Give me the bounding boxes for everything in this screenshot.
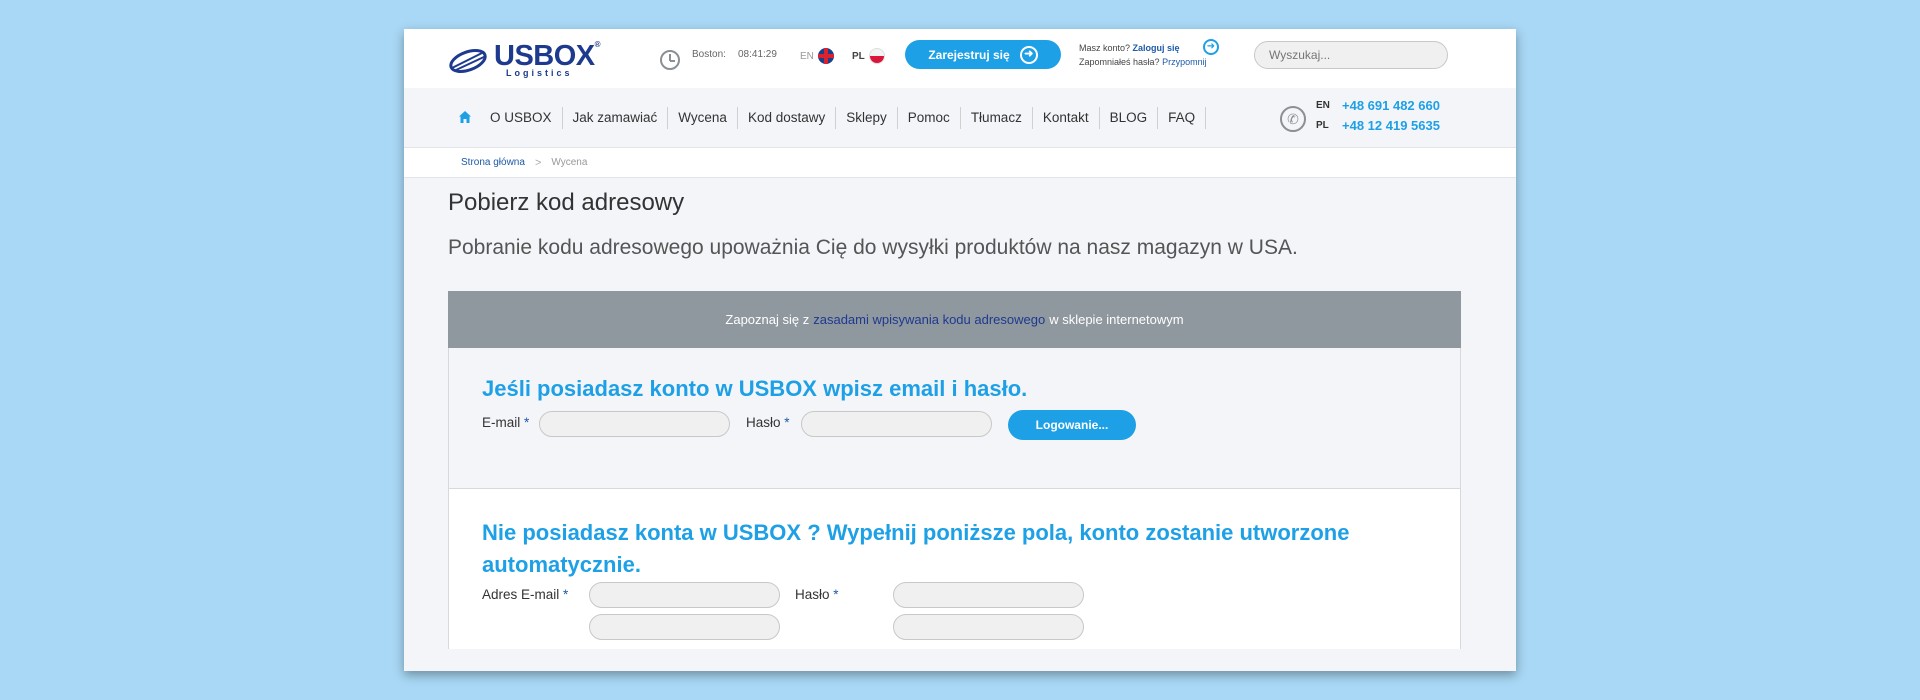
login-link[interactable]: Zaloguj się [1133, 43, 1180, 53]
account-links: Masz konto? Zaloguj się Zapomniałeś hasł… [1079, 41, 1207, 69]
register-email-label: Adres E-mail * [482, 587, 568, 602]
nav-item-tlumacz[interactable]: Tłumacz [959, 107, 1032, 129]
top-bar: USBOX® Logistics Boston: 08:41:29 EN PL … [404, 29, 1516, 88]
search-input[interactable] [1254, 41, 1448, 69]
phone-icon: ✆ [1280, 106, 1306, 132]
address-code-notice: Zapoznaj się z zasadami wpisywania kodu … [448, 291, 1461, 348]
nav-item-blog[interactable]: BLOG [1098, 107, 1158, 129]
notice-text-before: Zapoznaj się z [725, 312, 810, 327]
uk-flag-icon [817, 48, 834, 64]
clock-icon [660, 50, 680, 70]
register-field-input[interactable] [893, 614, 1084, 640]
register-password-label: Hasło * [795, 587, 839, 602]
login-heading: Jeśli posiadasz konto w USBOX wpisz emai… [482, 376, 1028, 401]
register-button-label: Zarejestruj się [928, 47, 1010, 62]
nav-item-pomoc[interactable]: Pomoc [896, 107, 960, 129]
login-section: Jeśli posiadasz konto w USBOX wpisz emai… [448, 348, 1461, 489]
nav-divider [1205, 107, 1207, 129]
account-prompt: Masz konto? [1079, 43, 1131, 53]
nav-item-wycena[interactable]: Wycena [667, 107, 737, 129]
register-password-label-text: Hasło [795, 587, 830, 602]
clock-time: 08:41:29 [738, 49, 777, 60]
required-mark: * [833, 587, 839, 602]
globe-swoosh-icon [449, 49, 487, 73]
login-password-label-text: Hasło [746, 415, 781, 430]
register-field-input[interactable] [589, 614, 780, 640]
login-password-label: Hasło * [746, 415, 790, 430]
phone-pl-number: +48 12 419 5635 [1342, 118, 1440, 133]
chevron-right-icon: > [534, 156, 542, 169]
page-subtitle: Pobranie kodu adresowego upoważnia Cię d… [448, 236, 1298, 259]
required-mark: * [784, 415, 790, 430]
main-nav: O USBOX Jak zamawiać Wycena Kod dostawy … [480, 107, 1207, 129]
nav-item-sklepy[interactable]: Sklepy [835, 107, 897, 129]
login-email-label: E-mail * [482, 415, 529, 430]
required-mark: * [524, 415, 530, 430]
login-arrow-icon[interactable]: ➜ [1203, 39, 1219, 55]
login-button[interactable]: Logowanie... [1008, 410, 1136, 440]
usbox-logo[interactable]: USBOX® Logistics [448, 40, 608, 78]
register-email-input[interactable] [589, 582, 780, 608]
phone-en[interactable]: EN +48 691 482 660 [1316, 98, 1440, 113]
pl-flag-icon [868, 48, 885, 64]
login-email-label-text: E-mail [482, 415, 521, 430]
required-mark: * [563, 587, 569, 602]
nav-item-faq[interactable]: FAQ [1157, 107, 1205, 129]
phone-en-number: +48 691 482 660 [1342, 98, 1440, 113]
phone-pl-lang: PL [1316, 120, 1329, 131]
register-section: Nie posiadasz konta w USBOX ? Wypełnij p… [448, 489, 1461, 649]
register-password-input[interactable] [893, 582, 1084, 608]
login-password-input[interactable] [801, 411, 992, 437]
register-heading: Nie posiadasz konta w USBOX ? Wypełnij p… [482, 517, 1442, 581]
main-nav-bar: O USBOX Jak zamawiać Wycena Kod dostawy … [404, 88, 1516, 148]
breadcrumb-current: Wycena [551, 157, 588, 168]
clock-city: Boston: [692, 49, 726, 60]
remind-link[interactable]: Przypomnij [1162, 57, 1207, 67]
logo-subtitle: Logistics [506, 68, 573, 78]
browser-page: USBOX® Logistics Boston: 08:41:29 EN PL … [404, 29, 1516, 671]
home-icon[interactable] [458, 110, 472, 124]
forgot-prompt: Zapomniałeś hasła? [1079, 57, 1160, 67]
lang-pl[interactable]: PL [852, 48, 885, 64]
nav-item-o-usbox[interactable]: O USBOX [480, 107, 562, 129]
breadcrumb-home[interactable]: Strona główna [461, 157, 525, 168]
nav-item-jak-zamawiac[interactable]: Jak zamawiać [561, 107, 668, 129]
login-email-input[interactable] [539, 411, 730, 437]
lang-en[interactable]: EN [800, 48, 834, 64]
nav-item-kod-dostawy[interactable]: Kod dostawy [736, 107, 835, 129]
notice-text-after: w sklepie internetowym [1049, 312, 1184, 327]
phone-pl[interactable]: PL +48 12 419 5635 [1316, 118, 1440, 133]
phone-en-lang: EN [1316, 100, 1330, 111]
register-email-label-text: Adres E-mail [482, 587, 560, 602]
register-button[interactable]: Zarejestruj się ➜ [905, 40, 1061, 69]
page-title: Pobierz kod adresowy [448, 189, 685, 216]
lang-en-label: EN [800, 50, 814, 62]
breadcrumb: Strona główna > Wycena [404, 148, 1516, 178]
address-code-rules-link[interactable]: zasadami wpisywania kodu adresowego [813, 312, 1045, 327]
register-heading-line2: automatycznie. [482, 552, 641, 577]
arrow-right-icon: ➜ [1019, 45, 1038, 64]
nav-item-kontakt[interactable]: Kontakt [1031, 107, 1099, 129]
lang-pl-label: PL [852, 50, 865, 62]
register-heading-line1: Nie posiadasz konta w USBOX ? Wypełnij p… [482, 520, 1350, 545]
